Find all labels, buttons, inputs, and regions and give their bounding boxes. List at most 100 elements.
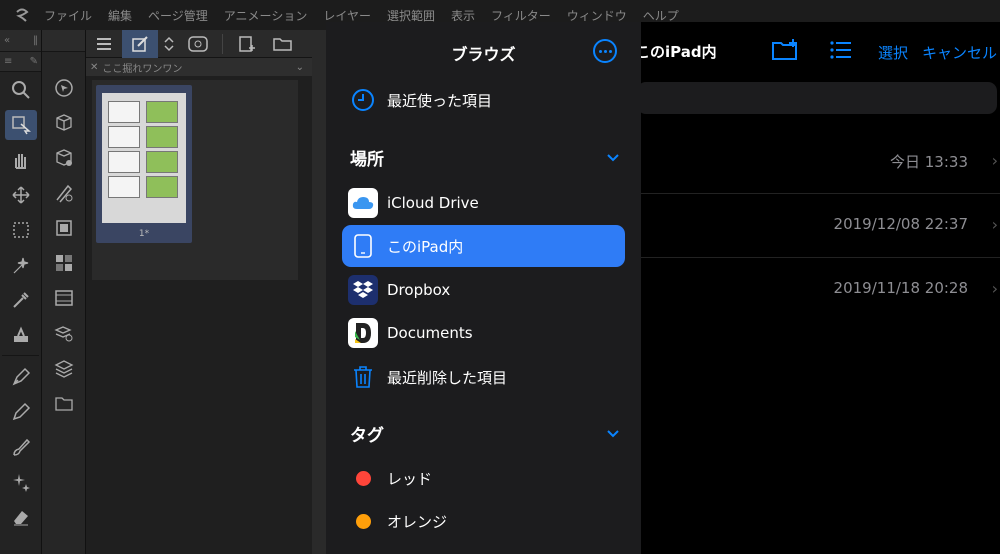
timeline-icon[interactable] xyxy=(42,280,86,315)
dropbox-icon xyxy=(348,275,378,305)
3d-object-icon[interactable] xyxy=(42,105,86,140)
menu-file[interactable]: ファイル xyxy=(44,7,92,24)
chevron-updown-icon[interactable] xyxy=(158,30,180,58)
chevron-down-icon[interactable]: ⌄ xyxy=(296,62,304,73)
list-view-icon[interactable] xyxy=(830,41,852,63)
pen-tool-icon[interactable] xyxy=(0,359,42,394)
layer-search-icon[interactable] xyxy=(42,315,86,350)
menu-window[interactable]: ウィンドウ xyxy=(567,7,627,24)
material-icon[interactable] xyxy=(42,385,86,420)
file-date: 2019/11/18 20:28 xyxy=(833,279,968,297)
chevron-down-icon[interactable] xyxy=(606,148,620,167)
menu-animation[interactable]: アニメーション xyxy=(224,7,308,24)
sidebar-item-documents[interactable]: Documents xyxy=(342,312,625,354)
menu-icon[interactable] xyxy=(86,30,122,58)
tags-section-header[interactable]: タグ xyxy=(350,418,620,448)
brush-tool-icon[interactable] xyxy=(0,429,42,464)
menu-view[interactable]: 表示 xyxy=(451,7,475,24)
layers-icon[interactable] xyxy=(42,350,86,385)
icloud-icon xyxy=(348,188,378,218)
sidebar-item-recently-deleted[interactable]: 最近削除した項目 xyxy=(342,356,625,398)
color-set-icon[interactable] xyxy=(42,245,86,280)
page-toolbar xyxy=(86,29,312,58)
page-paper xyxy=(102,93,186,223)
toolbar-divider xyxy=(222,33,223,54)
sidebar-item-label: Documents xyxy=(387,324,473,342)
close-tab-icon[interactable]: ✕ xyxy=(90,62,98,73)
file-row[interactable]: 2019/11/18 20:28 › xyxy=(641,258,1000,322)
menu-help[interactable]: ヘルプ xyxy=(643,7,679,24)
documents-icon xyxy=(348,318,378,348)
navigator-icon[interactable] xyxy=(42,70,86,105)
sidebar-item-recents[interactable]: 最近使った項目 xyxy=(342,79,625,121)
file-row[interactable]: 今日 13:33 › xyxy=(641,130,1000,194)
document-tab[interactable]: ✕ ここ掘れワンワン ⌄ xyxy=(86,58,312,76)
search-field[interactable] xyxy=(637,82,997,114)
sidebar-item-label: 最近使った項目 xyxy=(387,91,493,110)
browse-header: ブラウズ xyxy=(326,22,641,80)
comic-panel xyxy=(146,101,178,123)
sidebar-item-tag-orange[interactable]: オレンジ xyxy=(342,500,625,542)
tag-dot-orange xyxy=(348,506,378,536)
tag-dot-red xyxy=(348,463,378,493)
selection-tool-icon[interactable] xyxy=(0,212,42,247)
eyedropper-tool-icon[interactable] xyxy=(0,282,42,317)
layer-property-icon[interactable] xyxy=(42,210,86,245)
menu-filter[interactable]: フィルター xyxy=(491,7,551,24)
comic-panel xyxy=(146,126,178,148)
sidebar-item-icloud[interactable]: iCloud Drive xyxy=(342,182,625,224)
page-list-area: 1* xyxy=(92,80,298,280)
comic-panel xyxy=(146,176,178,198)
sidebar-item-label: レッド xyxy=(387,469,433,488)
chevron-down-icon[interactable] xyxy=(606,424,620,443)
palette-header: «‖ xyxy=(0,30,41,52)
new-folder-icon[interactable] xyxy=(771,38,799,66)
menu-selection[interactable]: 選択範囲 xyxy=(387,7,435,24)
brush-size-icon[interactable] xyxy=(42,175,86,210)
menu-edit[interactable]: 編集 xyxy=(108,7,132,24)
comic-panel xyxy=(108,151,140,173)
hand-tool-icon[interactable] xyxy=(0,142,42,177)
eraser-tool-icon[interactable] xyxy=(0,499,42,534)
sub-palette xyxy=(42,30,86,554)
browse-sidebar: ブラウズ 最近使った項目 場所 iCloud Drive このiPad内 Dro… xyxy=(326,22,641,554)
subpalette-spacer xyxy=(42,52,85,70)
cancel-button[interactable]: キャンセル xyxy=(922,42,997,63)
spread-icon[interactable] xyxy=(180,30,216,58)
chevron-right-icon: › xyxy=(991,279,998,298)
chevron-right-icon: › xyxy=(991,151,998,170)
operation-tool-icon[interactable] xyxy=(0,107,42,142)
app-logo-icon[interactable] xyxy=(0,6,44,24)
locations-title: 場所 xyxy=(350,149,384,170)
page-edit-icon[interactable] xyxy=(122,29,158,58)
sidebar-item-tag-red[interactable]: レッド xyxy=(342,457,625,499)
trash-icon xyxy=(348,362,378,392)
chevron-right-icon: › xyxy=(991,215,998,234)
add-page-icon[interactable] xyxy=(229,30,265,58)
auto-select-tool-icon[interactable] xyxy=(0,247,42,282)
file-row[interactable]: 2019/12/08 22:37 › xyxy=(641,194,1000,258)
page-thumbnail[interactable]: 1* xyxy=(96,85,192,243)
3d-settings-icon[interactable] xyxy=(42,140,86,175)
sidebar-item-label: iCloud Drive xyxy=(387,194,479,212)
decoration-tool-icon[interactable] xyxy=(0,464,42,499)
more-options-icon[interactable] xyxy=(593,39,617,63)
menu-layer[interactable]: レイヤー xyxy=(323,7,371,24)
panel-resize-strip[interactable] xyxy=(312,30,326,554)
sub-tool-icon[interactable] xyxy=(0,317,42,352)
zoom-tool-icon[interactable] xyxy=(0,72,42,107)
comic-panel xyxy=(108,176,140,198)
palette-divider xyxy=(2,355,39,356)
menu-page[interactable]: ページ管理 xyxy=(148,7,208,24)
open-folder-icon[interactable] xyxy=(265,30,301,58)
sidebar-item-dropbox[interactable]: Dropbox xyxy=(342,269,625,311)
sidebar-item-on-my-ipad[interactable]: このiPad内 xyxy=(342,225,625,267)
locations-section-header[interactable]: 場所 xyxy=(350,142,620,172)
document-tab-label: ここ掘れワンワン xyxy=(102,63,183,75)
select-button[interactable]: 選択 xyxy=(878,42,908,63)
pencil-tool-icon[interactable] xyxy=(0,394,42,429)
sidebar-item-label: 最近削除した項目 xyxy=(387,368,508,387)
clock-icon xyxy=(348,85,378,115)
move-tool-icon[interactable] xyxy=(0,177,42,212)
files-navbar: このiPad内 選択 キャンセル xyxy=(635,22,1000,80)
